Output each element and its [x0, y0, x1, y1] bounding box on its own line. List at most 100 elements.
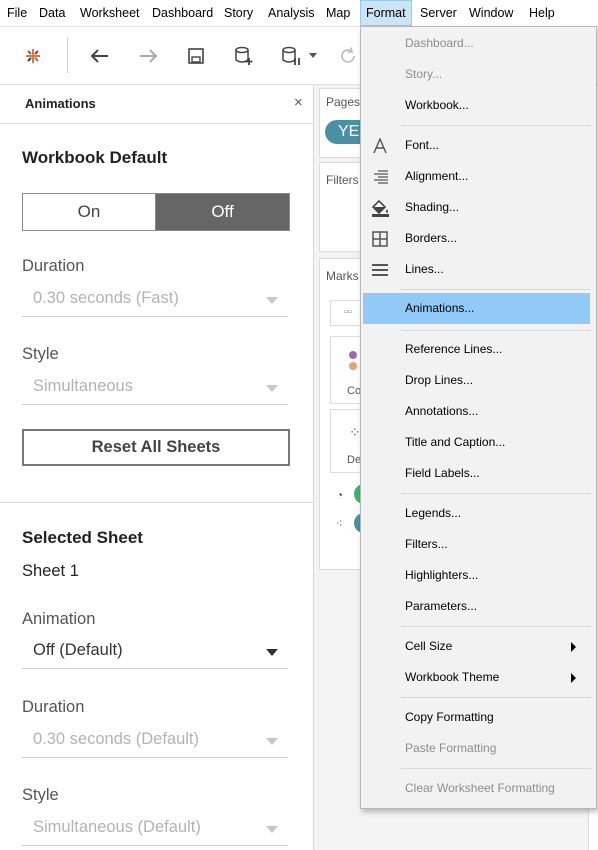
- toggle-on-button[interactable]: On: [23, 194, 156, 230]
- shading-icon: [369, 197, 391, 219]
- menu-item-label: Dashboard...: [405, 36, 474, 50]
- marks-title: Marks: [326, 269, 359, 283]
- menu-item-story[interactable]: Story...: [363, 59, 590, 90]
- menu-item-label: Legends...: [405, 506, 462, 520]
- chevron-down-icon: [266, 385, 278, 392]
- chevron-down-icon: [266, 649, 278, 656]
- sheet-animation-dropdown[interactable]: Off (Default): [22, 638, 288, 669]
- menu-server[interactable]: Server: [415, 0, 462, 26]
- menu-item-label: Animations...: [405, 301, 475, 315]
- reset-all-sheets-button[interactable]: Reset All Sheets: [22, 429, 290, 466]
- menu-separator: [401, 125, 591, 126]
- menu-item-label: Paste Formatting: [405, 741, 497, 755]
- format-menu: Dashboard... Story... Workbook... Font..…: [360, 26, 597, 809]
- duration-label: Duration: [22, 698, 85, 716]
- duration-label: Duration: [22, 257, 85, 275]
- menu-separator: [401, 289, 591, 290]
- menu-item-label: Filters...: [405, 537, 448, 551]
- submenu-arrow-icon: [571, 642, 576, 652]
- menu-item-clear-worksheet-formatting[interactable]: Clear Worksheet Formatting: [363, 773, 590, 804]
- menu-item-label: Alignment...: [405, 169, 469, 183]
- filters-title: Filters: [326, 173, 359, 187]
- lines-icon: [369, 259, 391, 281]
- menu-separator: [401, 626, 591, 627]
- menu-bar: File Data Worksheet Dashboard Story Anal…: [0, 0, 598, 27]
- pages-title: Pages: [326, 95, 361, 109]
- menu-item-copy-formatting[interactable]: Copy Formatting: [363, 702, 590, 733]
- menu-format[interactable]: Format: [360, 0, 412, 26]
- color-icon: [349, 351, 357, 359]
- pause-updates-icon[interactable]: [276, 41, 306, 71]
- detail-label: De: [347, 454, 362, 466]
- menu-story[interactable]: Story: [219, 0, 258, 26]
- tableau-logo-icon[interactable]: [18, 41, 48, 71]
- menu-item-lines[interactable]: Lines...: [363, 254, 590, 285]
- panel-title: Animations: [25, 96, 96, 111]
- menu-item-label: Shading...: [405, 200, 460, 214]
- toggle-off-button[interactable]: Off: [156, 194, 289, 230]
- menu-item-parameters[interactable]: Parameters...: [363, 591, 590, 622]
- toolbar-separator: [67, 37, 68, 73]
- menu-item-legends[interactable]: Legends...: [363, 498, 590, 529]
- color-pill-icon: ◔: [336, 488, 344, 502]
- new-datasource-icon[interactable]: [229, 41, 259, 71]
- color-icon-dot: [349, 362, 357, 370]
- submenu-arrow-icon: [571, 673, 576, 683]
- menu-item-label: Workbook Theme: [405, 670, 500, 684]
- font-icon: [369, 135, 391, 157]
- menu-item-title-and-caption[interactable]: Title and Caption...: [363, 427, 590, 458]
- menu-item-workbook-theme[interactable]: Workbook Theme: [363, 662, 590, 693]
- menu-item-label: Field Labels...: [405, 466, 480, 480]
- menu-analysis[interactable]: Analysis: [263, 0, 320, 26]
- detail-icon: ⁘: [349, 424, 361, 440]
- menu-item-label: Title and Caption...: [405, 435, 506, 449]
- animation-label: Animation: [22, 610, 96, 628]
- panel-header: Animations ×: [0, 85, 313, 124]
- menu-item-drop-lines[interactable]: Drop Lines...: [363, 365, 590, 396]
- sheet-style-dropdown[interactable]: Simultaneous (Default): [22, 815, 288, 846]
- menu-item-borders[interactable]: Borders...: [363, 223, 590, 254]
- menu-item-label: Parameters...: [405, 599, 478, 613]
- menu-data[interactable]: Data: [34, 0, 70, 26]
- menu-item-label: Font...: [405, 138, 440, 152]
- dropdown-value: Off (Default): [33, 641, 123, 659]
- menu-item-filters[interactable]: Filters...: [363, 529, 590, 560]
- menu-item-shading[interactable]: Shading...: [363, 192, 590, 223]
- menu-item-highlighters[interactable]: Highlighters...: [363, 560, 590, 591]
- menu-window[interactable]: Window: [464, 0, 518, 26]
- refresh-icon[interactable]: [333, 41, 363, 71]
- menu-item-font[interactable]: Font...: [363, 130, 590, 161]
- menu-map[interactable]: Map: [321, 0, 355, 26]
- menu-item-alignment[interactable]: Alignment...: [363, 161, 590, 192]
- menu-item-animations[interactable]: Animations...: [363, 293, 590, 324]
- style-label: Style: [22, 345, 59, 363]
- menu-help[interactable]: Help: [524, 0, 560, 26]
- menu-item-reference-lines[interactable]: Reference Lines...: [363, 334, 590, 365]
- menu-item-cell-size[interactable]: Cell Size: [363, 631, 590, 662]
- close-icon[interactable]: ×: [294, 94, 303, 111]
- workbook-duration-dropdown[interactable]: 0.30 seconds (Fast): [22, 286, 288, 317]
- menu-item-label: Annotations...: [405, 404, 479, 418]
- menu-item-label: Workbook...: [405, 98, 469, 112]
- menu-item-paste-formatting[interactable]: Paste Formatting: [363, 733, 590, 764]
- menu-item-workbook[interactable]: Workbook...: [363, 90, 590, 121]
- detail-pill-icon: ⁖: [336, 518, 343, 530]
- save-icon[interactable]: [181, 41, 211, 71]
- menu-item-annotations[interactable]: Annotations...: [363, 396, 590, 427]
- dropdown-caret-icon[interactable]: [306, 41, 320, 71]
- chevron-down-icon: [266, 826, 278, 833]
- menu-dashboard[interactable]: Dashboard: [147, 0, 218, 26]
- menu-item-label: Borders...: [405, 231, 458, 245]
- alignment-icon: [369, 166, 391, 188]
- borders-icon: [369, 228, 391, 250]
- menu-item-dashboard[interactable]: Dashboard...: [363, 28, 590, 59]
- menu-file[interactable]: File: [2, 0, 32, 26]
- menu-item-label: Lines...: [405, 262, 444, 276]
- back-arrow-icon[interactable]: [85, 41, 115, 71]
- sheet-duration-dropdown[interactable]: 0.30 seconds (Default): [22, 727, 288, 758]
- menu-item-label: Reference Lines...: [405, 342, 503, 356]
- menu-worksheet[interactable]: Worksheet: [75, 0, 145, 26]
- workbook-style-dropdown[interactable]: Simultaneous: [22, 374, 288, 405]
- forward-arrow-icon[interactable]: [133, 41, 163, 71]
- menu-item-field-labels[interactable]: Field Labels...: [363, 458, 590, 489]
